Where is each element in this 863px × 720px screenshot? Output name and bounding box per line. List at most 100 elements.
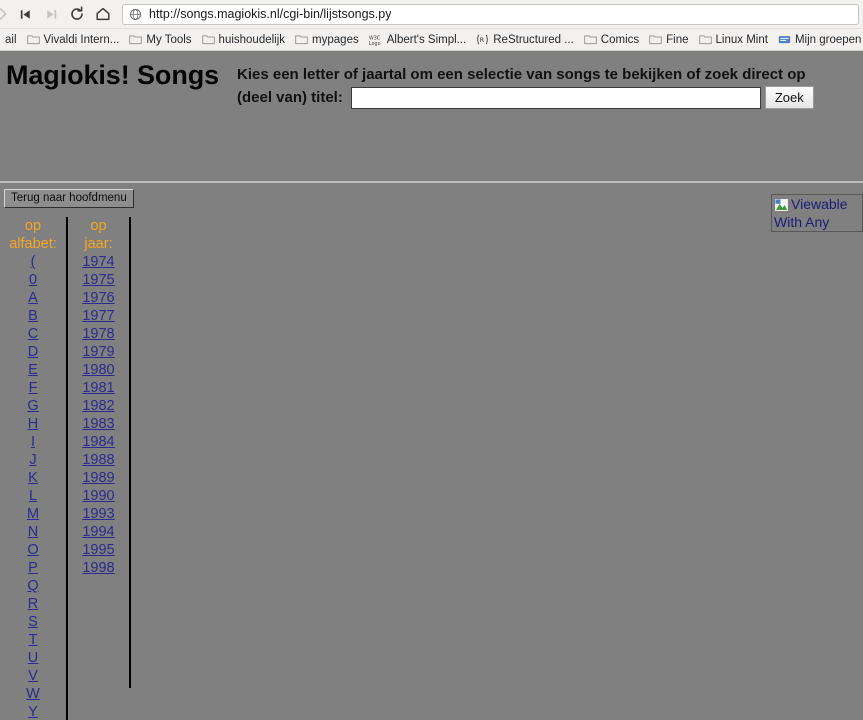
skip-back-icon[interactable] bbox=[12, 2, 38, 26]
list-item: 1975 bbox=[68, 271, 129, 289]
title-search-input[interactable] bbox=[350, 86, 761, 109]
alphabet-link-list: (0ABCDEFGHIJKLMNOPQRSTUVWYZ bbox=[0, 253, 66, 720]
year-link-1995[interactable]: 1995 bbox=[82, 542, 114, 558]
viewable-with-any-browser-badge[interactable]: Viewable With Any bbox=[771, 194, 863, 232]
reload-icon[interactable] bbox=[64, 2, 90, 26]
list-item: R bbox=[0, 595, 66, 613]
bookmark-item-ail[interactable]: ail bbox=[0, 30, 22, 50]
alphabet-link-Q[interactable]: Q bbox=[27, 578, 38, 594]
forward-arrow-icon[interactable] bbox=[0, 2, 12, 26]
list-item: 1988 bbox=[68, 451, 129, 469]
list-item: C bbox=[0, 325, 66, 343]
alphabet-link-N[interactable]: N bbox=[28, 524, 38, 540]
year-link-1983[interactable]: 1983 bbox=[82, 416, 114, 432]
svg-text:Logo: Logo bbox=[369, 40, 381, 45]
bookmark-item-mijn-groepen[interactable]: Mijn groepen ... bbox=[773, 30, 863, 50]
list-item: 1977 bbox=[68, 307, 129, 325]
year-link-1975[interactable]: 1975 bbox=[82, 272, 114, 288]
year-link-1994[interactable]: 1994 bbox=[82, 524, 114, 540]
alphabet-link-P[interactable]: P bbox=[28, 560, 38, 576]
alphabet-link-K[interactable]: K bbox=[28, 470, 38, 486]
folder-icon bbox=[129, 35, 143, 45]
alphabet-link-O[interactable]: O bbox=[27, 542, 38, 558]
bookmark-item-linux-mint[interactable]: Linux Mint bbox=[694, 30, 773, 50]
bookmark-label: mypages bbox=[312, 33, 359, 46]
skip-forward-icon[interactable] bbox=[38, 2, 64, 26]
year-link-1989[interactable]: 1989 bbox=[82, 470, 114, 486]
alphabet-link-U[interactable]: U bbox=[28, 650, 38, 666]
year-link-1982[interactable]: 1982 bbox=[82, 398, 114, 414]
alphabet-link-V[interactable]: V bbox=[28, 668, 38, 684]
list-item: 1981 bbox=[68, 379, 129, 397]
year-link-1981[interactable]: 1981 bbox=[82, 380, 114, 396]
list-item: I bbox=[0, 433, 66, 451]
year-link-1980[interactable]: 1980 bbox=[82, 362, 114, 378]
bookmark-item-comics[interactable]: Comics bbox=[579, 30, 644, 50]
year-link-1977[interactable]: 1977 bbox=[82, 308, 114, 324]
alphabet-column-heading-line2: alfabet: bbox=[9, 236, 57, 252]
search-input-label: (deel van) titel: bbox=[237, 89, 343, 106]
list-item: 1978 bbox=[68, 325, 129, 343]
year-link-1976[interactable]: 1976 bbox=[82, 290, 114, 306]
alphabet-link-R[interactable]: R bbox=[28, 596, 38, 612]
list-item: J bbox=[0, 451, 66, 469]
home-icon[interactable] bbox=[90, 2, 116, 26]
list-item: S bbox=[0, 613, 66, 631]
alphabet-link-D[interactable]: D bbox=[28, 344, 38, 360]
alphabet-link-Y[interactable]: Y bbox=[28, 704, 38, 720]
page-content: Magiokis! Songs Kies een letter of jaart… bbox=[0, 51, 863, 720]
alphabet-link-H[interactable]: H bbox=[28, 416, 38, 432]
search-submit-button[interactable]: Zoek bbox=[764, 86, 814, 109]
bookmark-item-my-tools[interactable]: My Tools bbox=[124, 30, 196, 50]
address-bar[interactable]: http://songs.magiokis.nl/cgi-bin/lijstso… bbox=[122, 3, 859, 25]
alphabet-link-T[interactable]: T bbox=[29, 632, 38, 648]
year-column-heading-line2: jaar: bbox=[84, 236, 113, 252]
year-link-1993[interactable]: 1993 bbox=[82, 506, 114, 522]
year-link-1998[interactable]: 1998 bbox=[82, 560, 114, 576]
folder-icon bbox=[201, 35, 215, 45]
bookmark-label: huishoudelijk bbox=[218, 33, 286, 46]
alphabet-link-J[interactable]: J bbox=[29, 452, 36, 468]
list-item: W bbox=[0, 685, 66, 703]
alphabet-link-A[interactable]: A bbox=[28, 290, 38, 306]
list-item: O bbox=[0, 541, 66, 559]
year-link-1974[interactable]: 1974 bbox=[82, 254, 114, 270]
alphabet-link-W[interactable]: W bbox=[26, 686, 40, 702]
bookmark-item-mypages[interactable]: mypages bbox=[290, 30, 364, 50]
alphabet-link-L[interactable]: L bbox=[29, 488, 37, 504]
alphabet-link-C[interactable]: C bbox=[28, 326, 38, 342]
year-link-1979[interactable]: 1979 bbox=[82, 344, 114, 360]
alphabet-link-0[interactable]: 0 bbox=[29, 272, 37, 288]
list-item: D bbox=[0, 343, 66, 361]
folder-icon bbox=[583, 35, 597, 45]
list-item: 1989 bbox=[68, 469, 129, 487]
alphabet-link-S[interactable]: S bbox=[28, 614, 38, 630]
list-item: M bbox=[0, 505, 66, 523]
list-item: 1980 bbox=[68, 361, 129, 379]
alphabet-link-M[interactable]: M bbox=[27, 506, 39, 522]
back-to-main-menu-button[interactable]: Terug naar hoofdmenu bbox=[4, 189, 134, 208]
alphabet-link-E[interactable]: E bbox=[28, 362, 38, 378]
year-link-1984[interactable]: 1984 bbox=[82, 434, 114, 450]
year-link-1978[interactable]: 1978 bbox=[82, 326, 114, 342]
list-item: 1983 bbox=[68, 415, 129, 433]
restructured-icon: R bbox=[477, 34, 488, 45]
year-link-1990[interactable]: 1990 bbox=[82, 488, 114, 504]
bookmark-item-vivaldi-internal[interactable]: Vivaldi Intern... bbox=[22, 30, 125, 50]
w3c-icon: W3C Logo bbox=[369, 35, 381, 45]
folder-icon bbox=[698, 35, 712, 45]
list-item: V bbox=[0, 667, 66, 685]
address-bar-url: http://songs.magiokis.nl/cgi-bin/lijstso… bbox=[149, 7, 392, 21]
alphabet-link-F[interactable]: F bbox=[29, 380, 38, 396]
list-item: B bbox=[0, 307, 66, 325]
bookmark-item-huishoudelijk[interactable]: huishoudelijk bbox=[197, 30, 291, 50]
year-link-1988[interactable]: 1988 bbox=[82, 452, 114, 468]
alphabet-link-([interactable]: ( bbox=[31, 254, 36, 270]
bookmark-item-alberts-simple[interactable]: W3C Logo Albert's Simpl... bbox=[364, 30, 472, 50]
bookmark-item-restructured[interactable]: R ReStructured ... bbox=[471, 30, 579, 50]
alphabet-link-B[interactable]: B bbox=[28, 308, 38, 324]
alphabet-link-I[interactable]: I bbox=[31, 434, 35, 450]
bookmark-label: Albert's Simpl... bbox=[386, 33, 467, 46]
alphabet-link-G[interactable]: G bbox=[27, 398, 38, 414]
bookmark-item-fine[interactable]: Fine bbox=[644, 30, 693, 50]
